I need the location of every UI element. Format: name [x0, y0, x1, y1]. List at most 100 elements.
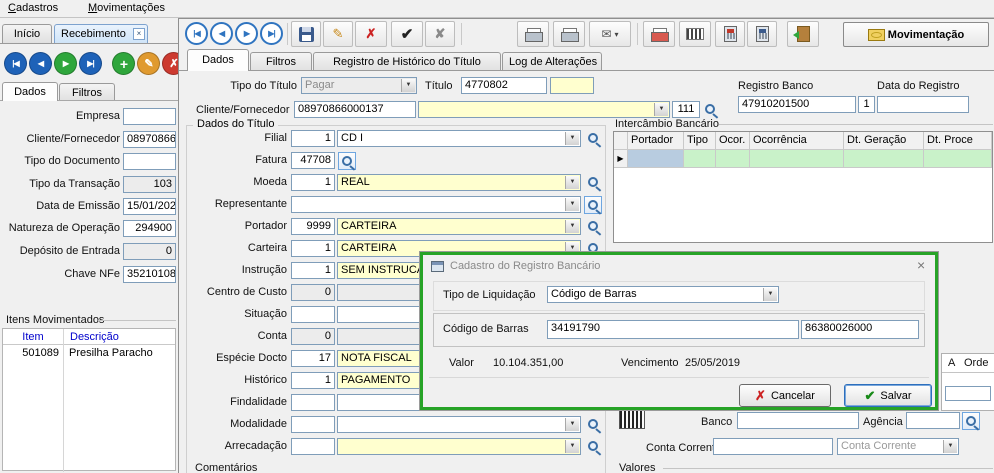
titulo-field[interactable]: 4770802 — [461, 77, 547, 94]
banco-field[interactable] — [737, 412, 859, 429]
codigo-barras-input-1[interactable]: 34191790 — [547, 320, 799, 339]
data-registro-field[interactable] — [877, 96, 969, 113]
next-title-button[interactable]: ▶ — [235, 22, 258, 45]
chevron-down-icon[interactable]: ▼ — [943, 440, 957, 453]
itens-row-descricao[interactable]: Presilha Paracho — [69, 347, 175, 359]
cancelar-button[interactable]: ✗ Cancelar — [739, 384, 831, 407]
portador-code-field[interactable]: 9999 — [291, 218, 335, 235]
send-button[interactable]: ✉ ▾ — [589, 21, 631, 47]
moeda-code-field[interactable]: 1 — [291, 174, 335, 191]
search-icon[interactable] — [586, 219, 602, 235]
search-icon[interactable] — [586, 439, 602, 455]
edit-button[interactable]: ✎ — [323, 21, 353, 47]
col-ocor[interactable]: Ocor. — [716, 132, 750, 150]
cell-tipo[interactable] — [684, 150, 716, 168]
col-dt-proce[interactable]: Dt. Proce — [924, 132, 992, 150]
chevron-down-icon[interactable]: ▼ — [565, 132, 579, 145]
cliente-loja-field[interactable]: 111 — [672, 101, 700, 118]
conta-code-field[interactable]: 0 — [291, 328, 335, 345]
centro-custo-code-field[interactable]: 0 — [291, 284, 335, 301]
itens-row-item[interactable]: 501089 — [3, 347, 59, 359]
intercambio-data-row[interactable]: ▶ — [614, 150, 992, 168]
representante-search-button[interactable] — [584, 196, 602, 214]
registro-banco-field[interactable]: 47910201500 — [738, 96, 856, 113]
calc-button[interactable] — [747, 21, 777, 47]
prev-title-button[interactable]: ◀ — [210, 22, 233, 45]
natureza-operacao-field[interactable]: 294900 — [123, 220, 176, 237]
representante-combo[interactable]: ▼ — [291, 196, 581, 213]
carteira-code-field[interactable]: 1 — [291, 240, 335, 257]
tipo-transacao-field[interactable]: 103 — [123, 176, 176, 193]
empresa-field[interactable] — [123, 108, 176, 125]
agencia-search-button[interactable] — [962, 412, 980, 430]
cliente-fornecedor-field[interactable]: 089708660 — [123, 131, 176, 148]
col-dt-geracao[interactable]: Dt. Geração — [844, 132, 924, 150]
calc-remove-button[interactable] — [715, 21, 745, 47]
tab-registro-historico[interactable]: Registro de Histórico do Título — [313, 52, 501, 71]
menu-movimentacoes[interactable]: Movimentações — [88, 2, 165, 14]
col-tipo[interactable]: Tipo — [684, 132, 716, 150]
tab-filtros[interactable]: Filtros — [250, 52, 312, 71]
arrecadacao-code-field[interactable] — [291, 438, 335, 455]
doc-tab-recebimento[interactable]: Recebimento × — [54, 24, 148, 43]
cliente-nome-combo[interactable]: ▼ — [418, 101, 670, 118]
agencia-field[interactable] — [906, 412, 960, 429]
cell-dt-proce[interactable] — [924, 150, 992, 168]
codigo-barras-input-2[interactable]: 86380026000 — [801, 320, 919, 339]
chevron-down-icon[interactable]: ▼ — [565, 220, 579, 233]
titulo-extra-field[interactable] — [550, 77, 594, 94]
close-tab-icon[interactable]: × — [133, 28, 145, 40]
last-title-button[interactable]: ▶| — [260, 22, 283, 45]
cancel-print-button[interactable] — [643, 21, 675, 47]
itens-col-item-header[interactable]: Item — [3, 329, 63, 345]
confirm-button[interactable]: ✔ — [391, 21, 423, 47]
print-doc-button[interactable] — [553, 21, 585, 47]
prev-record-button[interactable]: ◀ — [29, 52, 52, 75]
data-emissao-field[interactable]: 15/01/2021 — [123, 198, 176, 215]
cancel-button[interactable]: ✗ — [355, 21, 387, 47]
tipo-liquidacao-combo[interactable]: Código de Barras ▼ — [547, 286, 779, 303]
tab-log-alteracoes[interactable]: Log de Alterações — [502, 52, 602, 71]
cell-ocor[interactable] — [716, 150, 750, 168]
menu-cadastros[interactable]: Cadastros — [8, 2, 58, 14]
search-icon[interactable] — [703, 102, 719, 118]
edit-record-button[interactable]: ✎ — [137, 52, 160, 75]
moeda-combo[interactable]: REAL ▼ — [337, 174, 581, 191]
doc-tab-inicio[interactable]: Início — [2, 24, 52, 43]
chevron-down-icon[interactable]: ▼ — [565, 440, 579, 453]
next-record-button[interactable]: ▶ — [54, 52, 77, 75]
portador-combo[interactable]: CARTEIRA ▼ — [337, 218, 581, 235]
chevron-down-icon[interactable]: ▼ — [401, 79, 415, 92]
modalidade-code-field[interactable] — [291, 416, 335, 433]
movimentacao-button[interactable]: Movimentação — [843, 22, 989, 47]
conta-corrente-combo[interactable]: Conta Corrente ▼ — [837, 438, 959, 455]
conta-corrente-field[interactable] — [713, 438, 833, 455]
left-tab-dados[interactable]: Dados — [2, 82, 58, 101]
col-ocorrencia[interactable]: Ocorrência — [750, 132, 844, 150]
chevron-down-icon[interactable]: ▼ — [565, 198, 579, 211]
dialog-close-button[interactable]: × — [917, 257, 925, 273]
first-record-button[interactable]: |◀ — [4, 52, 27, 75]
finalidade-code-field[interactable] — [291, 394, 335, 411]
modalidade-combo[interactable]: ▼ — [337, 416, 581, 433]
registro-banco-seq-field[interactable]: 1 — [858, 96, 875, 113]
first-title-button[interactable]: |◀ — [185, 22, 208, 45]
boleto-button[interactable] — [679, 21, 711, 47]
itens-col-descricao-header[interactable]: Descrição — [64, 329, 175, 345]
save-button[interactable] — [291, 21, 321, 47]
search-icon[interactable] — [586, 175, 602, 191]
especie-docto-code-field[interactable]: 17 — [291, 350, 335, 367]
last-record-button[interactable]: ▶| — [79, 52, 102, 75]
add-record-button[interactable]: + — [112, 52, 135, 75]
tipo-titulo-combo[interactable]: Pagar ▼ — [301, 77, 417, 94]
arrecadacao-combo[interactable]: ▼ — [337, 438, 581, 455]
chevron-down-icon[interactable]: ▼ — [565, 418, 579, 431]
filial-combo[interactable]: CD I ▼ — [337, 130, 581, 147]
send-dropdown-icon[interactable]: ▾ — [615, 30, 619, 39]
print-button[interactable] — [517, 21, 549, 47]
situacao-code-field[interactable] — [291, 306, 335, 323]
deposito-entrada-field[interactable]: 0 — [123, 243, 176, 260]
cliente-field[interactable]: 08970866000137 — [294, 101, 416, 118]
cell-portador[interactable] — [628, 150, 684, 168]
search-icon[interactable] — [586, 131, 602, 147]
